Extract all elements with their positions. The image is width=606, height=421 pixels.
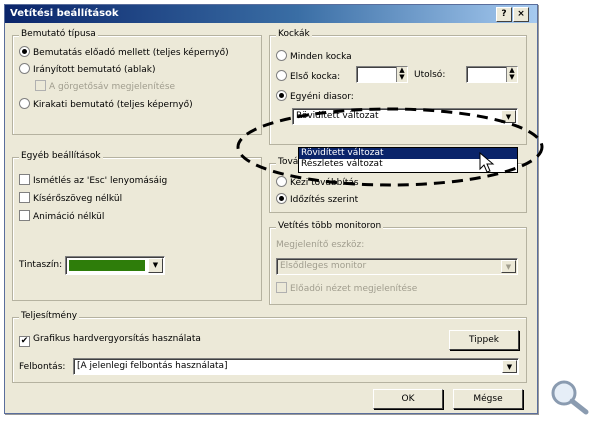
checkbox-box[interactable] xyxy=(19,192,30,203)
resolution-select[interactable]: [A jelenlegi felbontás használata] ▼ xyxy=(73,358,519,375)
other-settings-group: Egyéb beállítások Ismétlés az 'Esc' leny… xyxy=(12,151,262,301)
show-type-legend: Bemutató típusa xyxy=(19,29,98,39)
radio-kiosk[interactable]: Kirakati bemutató (teljes képernyő) xyxy=(19,98,193,110)
setup-show-dialog: Vetítési beállítások ? × Bemutató típusa… xyxy=(4,4,538,414)
slides-legend: Kockák xyxy=(276,29,312,39)
radio-custom-label: Egyéni diasor: xyxy=(290,92,354,102)
title-bar[interactable]: Vetítési beállítások ? × xyxy=(5,5,537,23)
ok-button[interactable]: OK xyxy=(373,389,443,409)
spin-arrows-icon[interactable]: ▲ ▼ xyxy=(506,67,517,82)
radio-dot[interactable] xyxy=(276,193,287,204)
multi-monitor-group: Vetítés több monitoron Megjelenítő eszkö… xyxy=(269,221,527,305)
from-slide-input[interactable]: ▲ ▼ xyxy=(356,66,408,83)
no-narration-label: Kísérőszöveg nélkül xyxy=(33,194,123,204)
display-select[interactable]: Elsődleges monitor ▼ xyxy=(276,258,518,275)
radio-all-label: Minden kocka xyxy=(290,52,352,62)
resolution-label: Felbontás: xyxy=(19,362,66,372)
radio-from[interactable]: Első kocka: xyxy=(276,70,340,82)
radio-speaker-label: Bemutatás előadó mellett (teljes képerny… xyxy=(33,48,229,58)
radio-from-label: Első kocka: xyxy=(290,72,341,82)
radio-all-slides[interactable]: Minden kocka xyxy=(276,50,352,62)
no-animation-checkbox[interactable]: Animáció nélkül xyxy=(19,210,104,222)
checkbox-box[interactable] xyxy=(19,210,30,221)
resolution-value: [A jelenlegi felbontás használata] xyxy=(77,361,228,371)
radio-timings[interactable]: Időzítés szerint xyxy=(276,193,358,205)
checkbox-box[interactable] xyxy=(276,282,287,293)
chevron-down-icon[interactable]: ▼ xyxy=(502,360,517,373)
other-legend: Egyéb beállítások xyxy=(19,151,103,161)
hw-accel-label: Grafikus hardvergyorsítás használata xyxy=(33,334,201,344)
performance-group: Teljesítmény ✔ Grafikus hardvergyorsítás … xyxy=(12,311,527,383)
chevron-down-icon[interactable]: ▼ xyxy=(501,260,516,273)
help-button[interactable]: ? xyxy=(496,7,512,22)
hw-accel-checkbox[interactable]: ✔ Grafikus hardvergyorsítás használata xyxy=(19,334,201,347)
checkbox-box[interactable]: ✔ xyxy=(19,336,30,347)
radio-dot[interactable] xyxy=(19,63,30,74)
radio-dot[interactable] xyxy=(276,70,287,81)
highlight-ellipse xyxy=(236,107,544,187)
pen-color-swatch xyxy=(69,260,145,271)
presenter-view-checkbox[interactable]: Előadói nézet megjelenítése xyxy=(276,282,417,294)
display-value: Elsődleges monitor xyxy=(280,261,367,271)
magnifier-icon[interactable] xyxy=(548,378,592,416)
radio-speaker[interactable]: Bemutatás előadó mellett (teljes képerny… xyxy=(19,46,229,58)
radio-dot[interactable] xyxy=(19,46,30,57)
pen-color-label: Tintaszín: xyxy=(19,260,63,270)
multi-monitor-legend: Vetítés több monitoron xyxy=(276,221,384,231)
radio-individual[interactable]: Irányított bemutató (ablak) xyxy=(19,63,156,75)
loop-label: Ismétlés az 'Esc' lenyomásáig xyxy=(33,176,168,186)
checkbox-box[interactable] xyxy=(35,80,46,91)
pen-color-picker[interactable]: ▼ xyxy=(65,256,165,275)
performance-legend: Teljesítmény xyxy=(19,311,80,321)
radio-dot[interactable] xyxy=(19,98,30,109)
tips-button[interactable]: Tippek xyxy=(449,330,519,350)
radio-timings-label: Időzítés szerint xyxy=(290,195,359,205)
radio-dot[interactable] xyxy=(276,90,287,101)
window-title: Vetítési beállítások xyxy=(10,8,119,19)
show-type-group: Bemutató típusa Bemutatás előadó mellett… xyxy=(12,29,262,135)
radio-custom-show[interactable]: Egyéni diasor: xyxy=(276,90,354,102)
loop-checkbox[interactable]: Ismétlés az 'Esc' lenyomásáig xyxy=(19,174,167,186)
radio-kiosk-label: Kirakati bemutató (teljes képernyő) xyxy=(33,100,193,110)
presenter-view-label: Előadói nézet megjelenítése xyxy=(290,284,418,294)
no-narration-checkbox[interactable]: Kísérőszöveg nélkül xyxy=(19,192,122,204)
scrollbar-checkbox[interactable]: A görgetősáv megjelenítése xyxy=(35,80,175,92)
scrollbar-label: A görgetősáv megjelenítése xyxy=(49,82,176,92)
no-animation-label: Animáció nélkül xyxy=(33,212,105,222)
to-label: Utolsó: xyxy=(414,70,446,80)
close-button[interactable]: × xyxy=(513,7,529,22)
chevron-down-icon[interactable]: ▼ xyxy=(148,258,163,273)
radio-individual-label: Irányított bemutató (ablak) xyxy=(33,65,156,75)
checkbox-box[interactable] xyxy=(19,174,30,185)
spin-arrows-icon[interactable]: ▲ ▼ xyxy=(396,67,407,82)
to-slide-input[interactable]: ▲ ▼ xyxy=(466,66,518,83)
cancel-button[interactable]: Mégse xyxy=(453,389,523,409)
radio-dot[interactable] xyxy=(276,50,287,61)
display-label: Megjelenítő eszköz: xyxy=(276,240,365,250)
